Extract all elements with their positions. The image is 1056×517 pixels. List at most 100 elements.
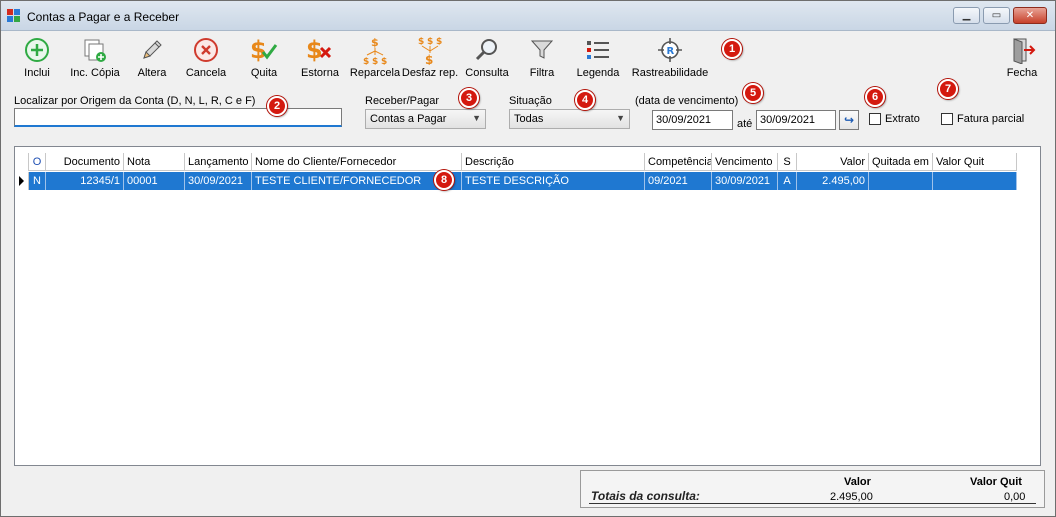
dollar-split-icon: $ $ $ $ [360, 35, 390, 65]
desfaz-rep-button[interactable]: $ $ $ $ Desfaz rep. [402, 35, 458, 85]
rastreabilidade-button[interactable]: R Rastreabilidade [632, 35, 708, 85]
situacao-value: Todas [514, 113, 544, 125]
col-vencimento[interactable]: Vencimento [712, 153, 778, 171]
checkbox-box[interactable] [941, 113, 953, 125]
col-origem[interactable]: O [29, 153, 46, 171]
estorna-button[interactable]: $ Estorna [299, 35, 341, 85]
magnifier-icon [472, 35, 502, 65]
svg-text:$: $ [436, 37, 442, 47]
dollar-merge-icon: $ $ $ $ [415, 35, 445, 65]
plus-circle-icon [22, 35, 52, 65]
cell-documento: 12345/1 [46, 172, 124, 190]
cell-lancamento: 30/09/2021 [185, 172, 252, 190]
dollar-check-icon: $ [249, 35, 279, 65]
cancela-button[interactable]: Cancela [184, 35, 228, 85]
col-lancamento[interactable]: Lançamento [185, 153, 252, 171]
badge-2: 2 [267, 96, 287, 116]
consulta-button[interactable]: Consulta [465, 35, 509, 85]
col-valor-quit[interactable]: Valor Quit [933, 153, 1017, 171]
receber-pagar-label: Receber/Pagar [365, 95, 439, 107]
current-row-icon [19, 176, 24, 186]
totals-valor-header: Valor [844, 476, 871, 488]
refresh-date-button[interactable]: ↪ [839, 110, 859, 130]
legenda-button[interactable]: Legenda [575, 35, 621, 85]
funnel-icon [527, 35, 557, 65]
reparcela-button[interactable]: $ $ $ $ Reparcela [348, 35, 402, 85]
main-window: Contas a Pagar e a Receber ▁ ▭ ✕ Inclui … [0, 0, 1056, 517]
maximize-icon: ▭ [991, 10, 1002, 21]
col-situacao[interactable]: S [778, 153, 797, 171]
col-descricao[interactable]: Descrição [462, 153, 645, 171]
dollar-x-icon: $ [305, 35, 335, 65]
badge-6: 6 [865, 87, 885, 107]
col-nota[interactable]: Nota [124, 153, 185, 171]
svg-text:$: $ [418, 37, 424, 47]
col-competencia[interactable]: Competência [645, 153, 712, 171]
app-icon [7, 9, 21, 23]
col-valor[interactable]: Valor [797, 153, 869, 171]
extrato-label: Extrato [885, 113, 920, 125]
vencimento-label: (data de vencimento) [635, 95, 739, 107]
totals-valor: 2.495,00 [830, 491, 873, 503]
cell-valor-quit [933, 172, 1017, 190]
window-title: Contas a Pagar e a Receber [27, 10, 180, 24]
row-indicator [15, 172, 29, 190]
badge-5: 5 [743, 83, 763, 103]
cell-nota: 00001 [124, 172, 185, 190]
accounts-grid[interactable]: O Documento Nota Lançamento Nome do Clie… [14, 146, 1041, 466]
origin-label: Localizar por Origem da Conta (D, N, L, … [14, 95, 256, 107]
svg-text:$: $ [363, 57, 369, 65]
close-window-button[interactable]: ✕ [1013, 7, 1047, 24]
svg-text:$: $ [427, 37, 433, 47]
quita-button[interactable]: $ Quita [246, 35, 282, 85]
close-icon: ✕ [1025, 10, 1035, 21]
inclui-button[interactable]: Inclui [17, 35, 57, 85]
fatura-parcial-checkbox[interactable]: Fatura parcial [941, 113, 1024, 125]
svg-text:$: $ [425, 53, 433, 65]
cell-competencia: 09/2021 [645, 172, 712, 190]
receber-pagar-value: Contas a Pagar [370, 113, 447, 125]
badge-3: 3 [459, 88, 479, 108]
minimize-button[interactable]: ▁ [953, 7, 980, 24]
totals-valor-quit: 0,00 [1004, 491, 1026, 503]
cell-quitada-em [869, 172, 933, 190]
cell-descricao: TESTE DESCRIÇÃO [462, 172, 645, 190]
row-indicator-header [15, 153, 29, 171]
legend-list-icon [583, 35, 613, 65]
svg-text:$: $ [250, 36, 267, 64]
title-bar[interactable]: Contas a Pagar e a Receber ▁ ▭ ✕ [1, 1, 1055, 31]
fecha-button[interactable]: Fecha [1003, 35, 1041, 85]
badge-7: 7 [938, 79, 958, 99]
svg-text:$: $ [381, 57, 387, 65]
receber-pagar-select[interactable]: Contas a Pagar ▼ [365, 109, 486, 129]
toolbar: Inclui Inc. Cópia Altera Cancela $ Quita [1, 31, 1055, 87]
svg-text:R: R [667, 46, 675, 57]
extrato-checkbox[interactable]: Extrato [869, 113, 920, 125]
totals-label: Totais da consulta: [591, 489, 700, 503]
cell-situacao: A [778, 172, 797, 190]
col-quitada-em[interactable]: Quitada em [869, 153, 933, 171]
maximize-button[interactable]: ▭ [983, 7, 1010, 24]
pencil-icon [137, 35, 167, 65]
cell-vencimento: 30/09/2021 [712, 172, 778, 190]
chevron-down-icon: ▼ [472, 113, 481, 123]
inc-copia-button[interactable]: Inc. Cópia [67, 35, 123, 85]
situacao-label: Situação [509, 95, 552, 107]
col-documento[interactable]: Documento [46, 153, 124, 171]
altera-button[interactable]: Altera [133, 35, 171, 85]
col-nome[interactable]: Nome do Cliente/Fornecedor [252, 153, 462, 171]
grid-header: O Documento Nota Lançamento Nome do Clie… [15, 153, 1017, 171]
cell-valor: 2.495,00 [797, 172, 869, 190]
table-row[interactable]: N 12345/1 00001 30/09/2021 TESTE CLIENTE… [15, 172, 1017, 190]
totals-divider [589, 503, 1036, 504]
filtra-button[interactable]: Filtra [525, 35, 559, 85]
fatura-parcial-label: Fatura parcial [957, 113, 1025, 125]
totals-panel: Totais da consulta: Valor 2.495,00 Valor… [580, 470, 1045, 508]
svg-text:$: $ [306, 36, 323, 64]
target-r-icon: R [655, 35, 685, 65]
date-from-input[interactable] [652, 110, 733, 130]
situacao-select[interactable]: Todas ▼ [509, 109, 630, 129]
checkbox-box[interactable] [869, 113, 881, 125]
origin-search-input[interactable] [14, 108, 342, 127]
date-to-input[interactable] [756, 110, 836, 130]
